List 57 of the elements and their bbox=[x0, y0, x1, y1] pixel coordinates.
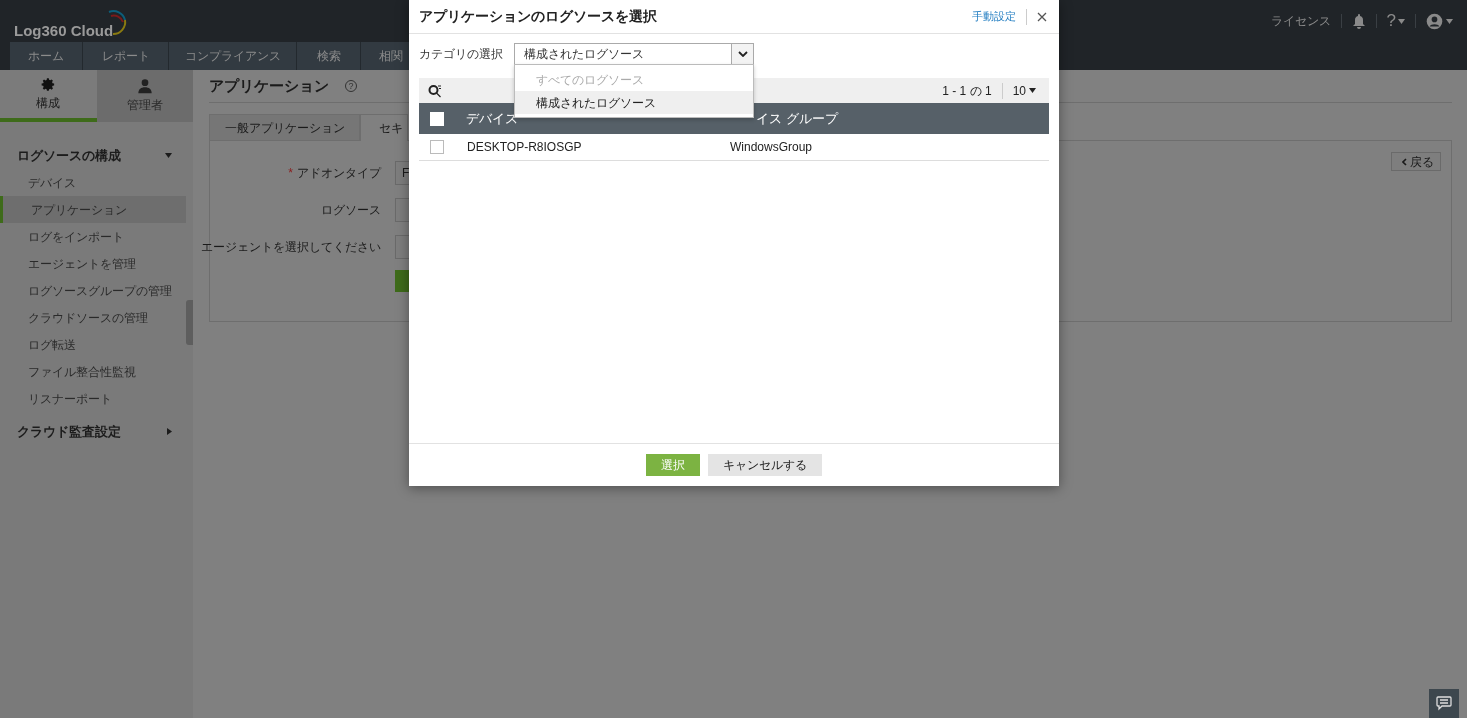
category-label: カテゴリの選択 bbox=[419, 46, 504, 63]
caret-down-icon bbox=[165, 153, 172, 158]
search-icon[interactable] bbox=[428, 83, 442, 98]
user-menu[interactable] bbox=[1426, 12, 1453, 30]
caret-down-icon bbox=[1398, 18, 1405, 24]
manual-settings-link[interactable]: 手動設定 bbox=[972, 8, 1016, 25]
nav-tab[interactable]: コンプライアンス bbox=[169, 42, 297, 70]
form-label: アドオンタイプ bbox=[297, 164, 381, 182]
pagination-info: 1 - 1 の 1 bbox=[942, 82, 992, 100]
collapse-handle[interactable] bbox=[186, 300, 193, 345]
caret-down-icon bbox=[1446, 18, 1453, 24]
select-button[interactable]: 選択 bbox=[646, 454, 700, 476]
sidebar-item[interactable]: リスナーポート bbox=[0, 385, 186, 412]
sidebar-section-header[interactable]: クラウド監査設定 bbox=[0, 418, 186, 445]
caret-right-icon bbox=[167, 428, 172, 435]
column-header: イス グループ bbox=[756, 109, 838, 128]
back-button[interactable]: 戻る bbox=[1391, 152, 1441, 171]
required-mark: * bbox=[288, 164, 293, 182]
select-all-checkbox[interactable] bbox=[430, 111, 444, 126]
page-title: アプリケーション bbox=[209, 75, 329, 96]
close-icon[interactable] bbox=[1037, 11, 1047, 22]
content-tab[interactable]: 一般アプリケーション bbox=[209, 114, 360, 141]
gear-icon bbox=[40, 76, 56, 92]
form-label: エージェントを選択してください bbox=[201, 238, 381, 256]
nav-tab[interactable]: レポート bbox=[83, 42, 169, 70]
chevron-left-icon bbox=[1402, 157, 1407, 166]
cancel-button[interactable]: キャンセルする bbox=[708, 454, 822, 476]
modal-title: アプリケーションのログソースを選択 bbox=[419, 7, 657, 26]
sidebar-item[interactable]: ログをインポート bbox=[0, 223, 186, 250]
nav-tab[interactable]: 検索 bbox=[297, 42, 361, 70]
form-label: ログソース bbox=[321, 201, 381, 219]
chevron-down-icon bbox=[737, 51, 748, 57]
sidebar-section-header[interactable]: ログソースの構成 bbox=[0, 142, 186, 169]
logo: Log360 Cloud bbox=[14, 20, 114, 41]
sidebar-item[interactable]: エージェントを管理 bbox=[0, 250, 186, 277]
sidebar-item[interactable]: アプリケーション bbox=[0, 196, 186, 223]
sidebar-item[interactable]: ログ転送 bbox=[0, 331, 186, 358]
caret-down-icon bbox=[1029, 88, 1036, 93]
sidebar-item[interactable]: クラウドソースの管理 bbox=[0, 304, 186, 331]
help-menu[interactable]: ? bbox=[1386, 8, 1405, 34]
row-checkbox[interactable] bbox=[430, 140, 444, 154]
sidebar-item[interactable]: デバイス bbox=[0, 169, 186, 196]
user-icon bbox=[136, 78, 153, 94]
column-header: デバイス bbox=[466, 109, 518, 128]
dropdown-option[interactable]: 構成されたログソース bbox=[515, 91, 753, 114]
sidebar-item[interactable]: ログソースグループの管理 bbox=[0, 277, 186, 304]
sidebar-tab[interactable]: 管理者 bbox=[96, 70, 193, 122]
table-cell-text: WindowsGroup bbox=[730, 139, 813, 156]
content-tab[interactable]: セキ bbox=[360, 114, 408, 141]
sidebar-item[interactable]: ファイル整合性監視 bbox=[0, 358, 186, 385]
table-cell-text: DESKTOP-R8IOSGP bbox=[467, 139, 582, 156]
license-link[interactable]: ライセンス bbox=[1270, 12, 1331, 30]
nav-tab[interactable]: ホーム bbox=[10, 42, 83, 70]
chat-button[interactable] bbox=[1429, 689, 1459, 718]
page-size-select[interactable]: 10 bbox=[1012, 81, 1040, 100]
chat-icon bbox=[1436, 696, 1452, 711]
bell-icon[interactable] bbox=[1351, 13, 1366, 29]
